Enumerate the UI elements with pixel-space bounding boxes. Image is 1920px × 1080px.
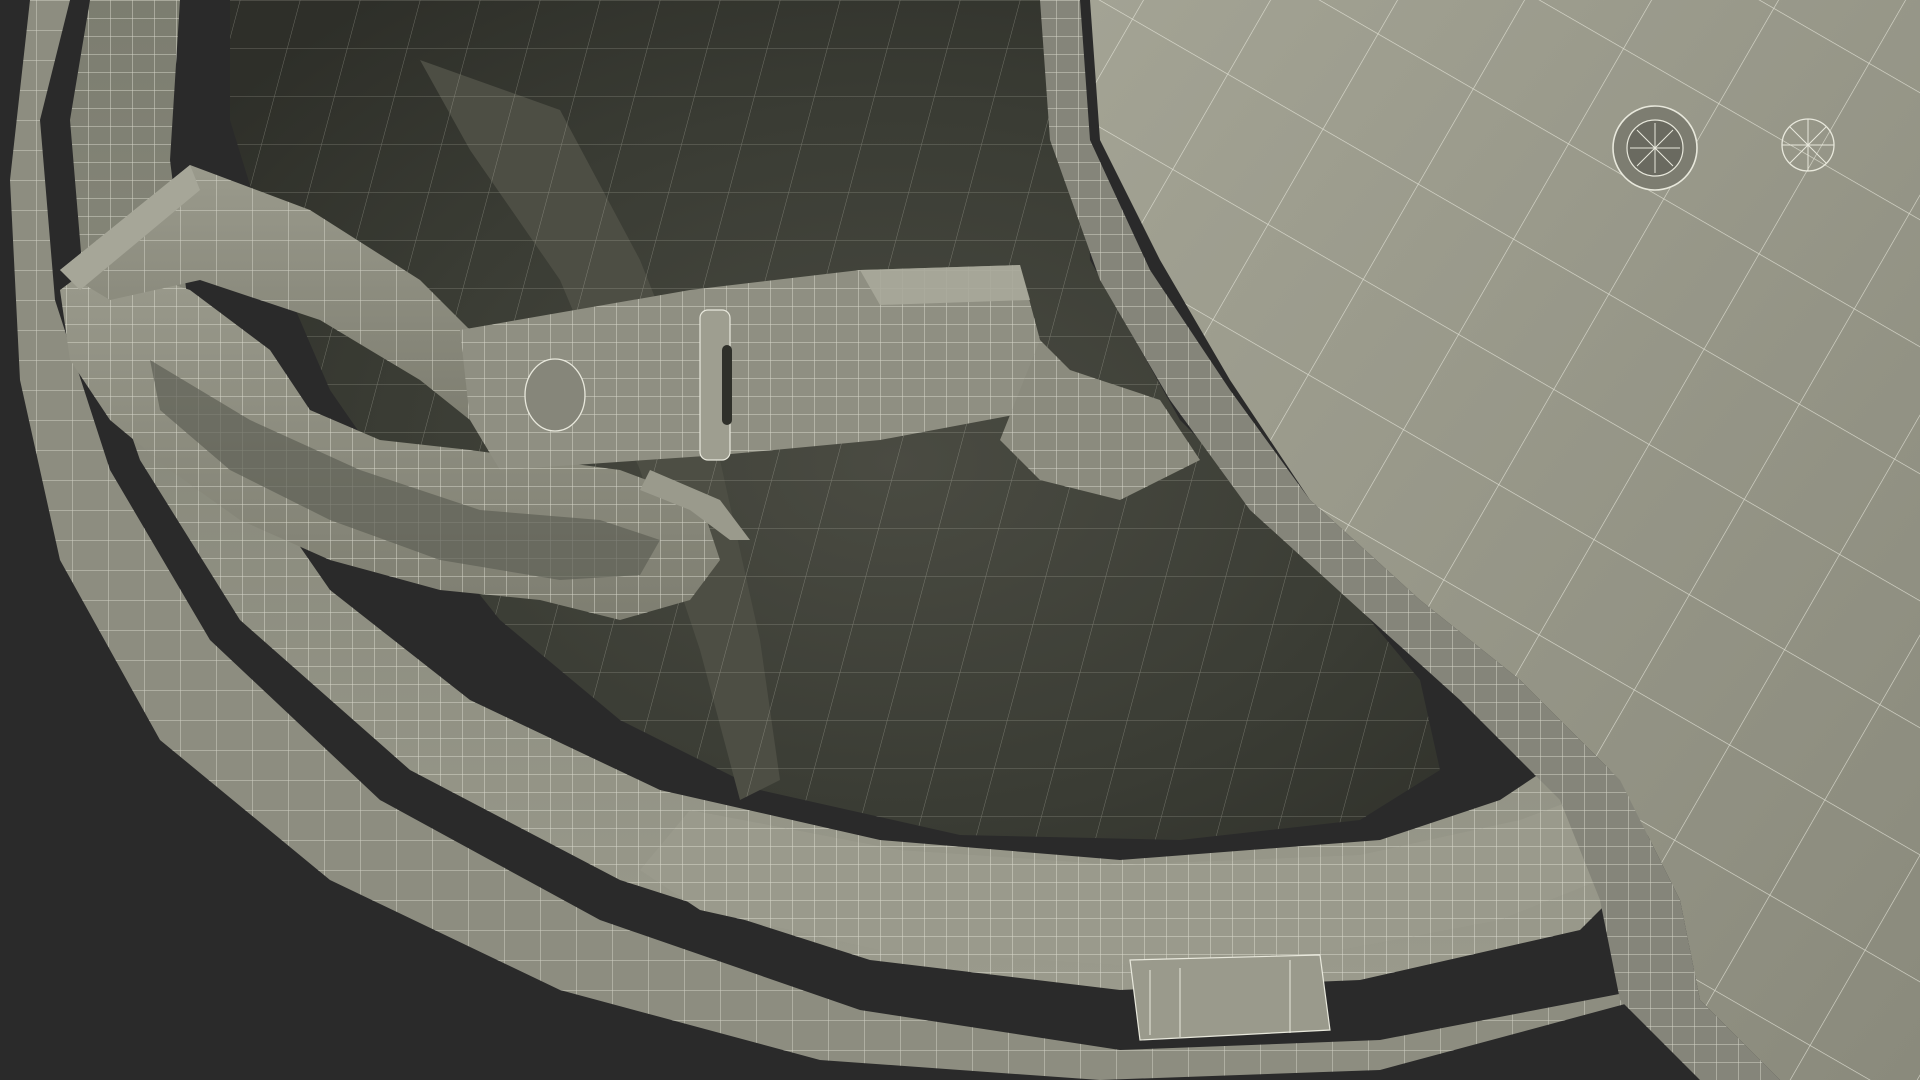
buckle-slot xyxy=(722,345,732,425)
shell-marker xyxy=(1781,118,1835,172)
rivet-left xyxy=(524,358,586,432)
render-viewport xyxy=(0,0,1920,1080)
shell-vent xyxy=(1612,105,1698,191)
bottom-clip xyxy=(1129,954,1331,1041)
helmet-render xyxy=(0,0,1920,1080)
